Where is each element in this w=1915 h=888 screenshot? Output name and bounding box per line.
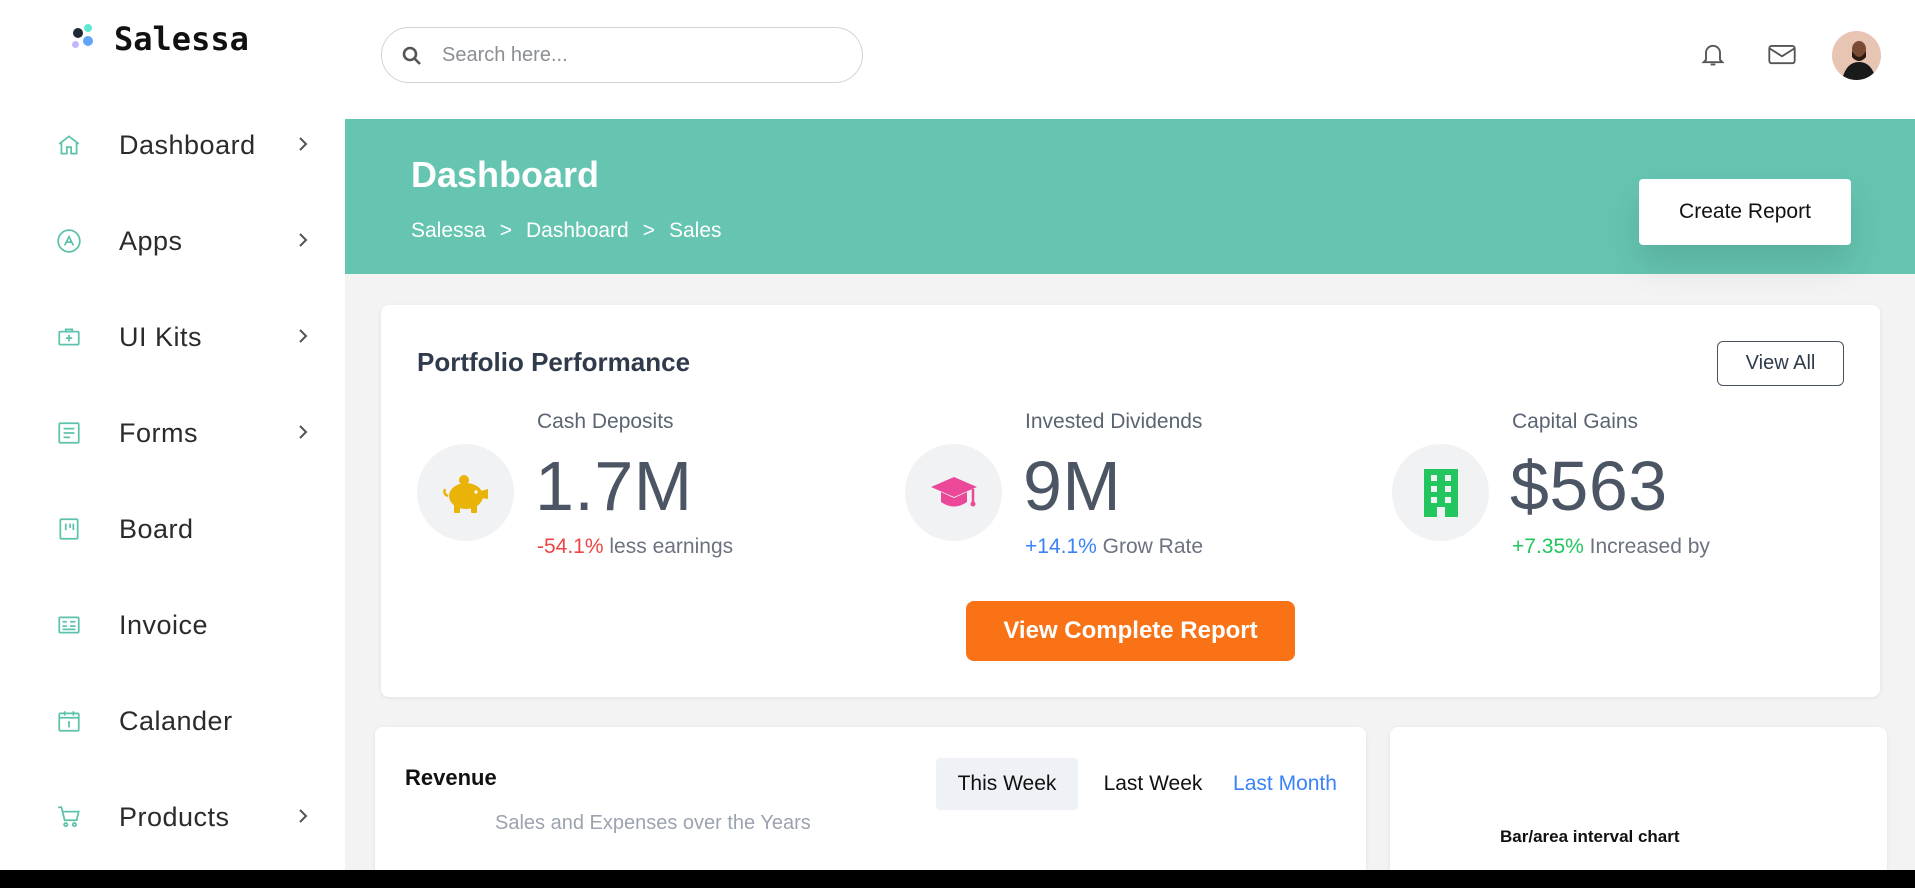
metric-value: 9M	[1023, 447, 1122, 525]
change-text: Grow Rate	[1102, 535, 1204, 558]
sidebar-item-label: Products	[119, 801, 230, 832]
metric-change: +14.1% Grow Rate	[1025, 535, 1203, 559]
create-report-button[interactable]: Create Report	[1639, 179, 1851, 245]
brand[interactable]: Salessa	[70, 20, 249, 58]
breadcrumb-item[interactable]: Sales	[669, 219, 722, 243]
sidebar-item-label: Dashboard	[119, 129, 256, 160]
page-header: Dashboard Salessa > Dashboard > Sales Cr…	[345, 119, 1915, 274]
view-all-button[interactable]: View All	[1717, 341, 1844, 386]
sidebar-item-label: UI Kits	[119, 321, 203, 352]
change-text: less earnings	[609, 535, 734, 558]
search-icon	[402, 46, 421, 65]
card-subtitle: Sales and Expenses over the Years	[495, 812, 811, 834]
sidebar-item-label: Board	[119, 513, 194, 544]
sidebar-item-label: Forms	[119, 417, 198, 448]
sidebar-item-apps[interactable]: Apps	[55, 216, 315, 266]
mail-icon[interactable]	[1766, 38, 1798, 70]
app-viewport: Salessa Dashboard Apps UI Kits Forms Boa…	[0, 0, 1915, 870]
chevron-right-icon	[299, 137, 308, 151]
form-icon	[55, 419, 83, 447]
change-percent: -54.1%	[537, 535, 604, 558]
card-title: Portfolio Performance	[417, 347, 691, 377]
portfolio-performance-card: Portfolio Performance View All Cash Depo…	[381, 305, 1880, 697]
breadcrumb: Salessa > Dashboard > Sales	[411, 219, 722, 243]
sidebar-item-invoice[interactable]: Invoice	[55, 600, 315, 650]
metric-label: Invested Dividends	[1025, 410, 1203, 433]
metric-capital-gains: Capital Gains $563 +7.35% Increased by	[1392, 410, 1812, 558]
sidebar-item-label: Calander	[119, 705, 233, 736]
metric-cash-deposits: Cash Deposits 1.7M -54.1% less earnings	[417, 410, 837, 558]
breadcrumb-separator: >	[499, 219, 512, 242]
search-box[interactable]	[381, 27, 863, 83]
invoice-icon	[55, 611, 83, 639]
sidebar-item-dashboard[interactable]: Dashboard	[55, 120, 315, 170]
sidebar-item-board[interactable]: Board	[55, 504, 315, 554]
metric-label: Capital Gains	[1512, 410, 1639, 433]
tab-this-week[interactable]: This Week	[936, 758, 1078, 810]
interval-chart-card: Bar/area interval chart	[1390, 727, 1887, 870]
chevron-right-icon	[299, 329, 308, 343]
sidebar-item-calander[interactable]: Calander	[55, 696, 315, 746]
sidebar: Salessa Dashboard Apps UI Kits Forms Boa…	[0, 0, 345, 870]
graduation-cap-icon	[905, 444, 1002, 541]
metric-label: Cash Deposits	[537, 410, 674, 433]
metric-value: $563	[1510, 447, 1668, 525]
chevron-right-icon	[299, 233, 308, 247]
change-percent: +7.35%	[1512, 535, 1584, 558]
brand-name: Salessa	[114, 20, 249, 58]
calendar-icon	[55, 707, 83, 735]
page-title: Dashboard	[411, 154, 600, 195]
change-percent: +14.1%	[1025, 535, 1097, 558]
tab-last-week[interactable]: Last Week	[1093, 758, 1213, 810]
board-icon	[55, 515, 83, 543]
change-text: Increased by	[1589, 535, 1710, 558]
piggy-bank-icon	[417, 444, 514, 541]
building-icon	[1392, 444, 1489, 541]
revenue-card: Revenue Sales and Expenses over the Year…	[375, 727, 1366, 870]
sidebar-item-products[interactable]: Products	[55, 792, 315, 842]
view-complete-report-button[interactable]: View Complete Report	[966, 601, 1295, 661]
sidebar-item-label: Invoice	[119, 609, 209, 640]
topbar	[345, 0, 1915, 119]
kit-icon	[55, 323, 83, 351]
sidebar-item-ui-kits[interactable]: UI Kits	[55, 312, 315, 362]
chevron-right-icon	[299, 809, 308, 823]
breadcrumb-separator: >	[642, 219, 655, 242]
sidebar-item-forms[interactable]: Forms	[55, 408, 315, 458]
chart-caption: Bar/area interval chart	[1500, 827, 1680, 846]
app-store-icon	[55, 227, 83, 255]
breadcrumb-item[interactable]: Salessa	[411, 219, 486, 243]
metric-change: +7.35% Increased by	[1512, 535, 1710, 559]
chevron-right-icon	[299, 425, 308, 439]
notification-bell-icon[interactable]	[1697, 38, 1729, 70]
brand-logo-icon	[70, 23, 102, 55]
sidebar-item-label: Apps	[119, 225, 183, 256]
breadcrumb-item[interactable]: Dashboard	[526, 219, 629, 243]
search-input[interactable]	[442, 38, 842, 72]
home-icon	[55, 131, 83, 159]
metric-invested-dividends: Invested Dividends 9M +14.1% Grow Rate	[905, 410, 1325, 558]
cart-icon	[55, 803, 83, 831]
card-title: Revenue	[405, 765, 497, 790]
metric-value: 1.7M	[535, 447, 693, 525]
avatar[interactable]	[1832, 31, 1881, 80]
tab-last-month[interactable]: Last Month	[1225, 758, 1345, 810]
metric-change: -54.1% less earnings	[537, 535, 733, 559]
